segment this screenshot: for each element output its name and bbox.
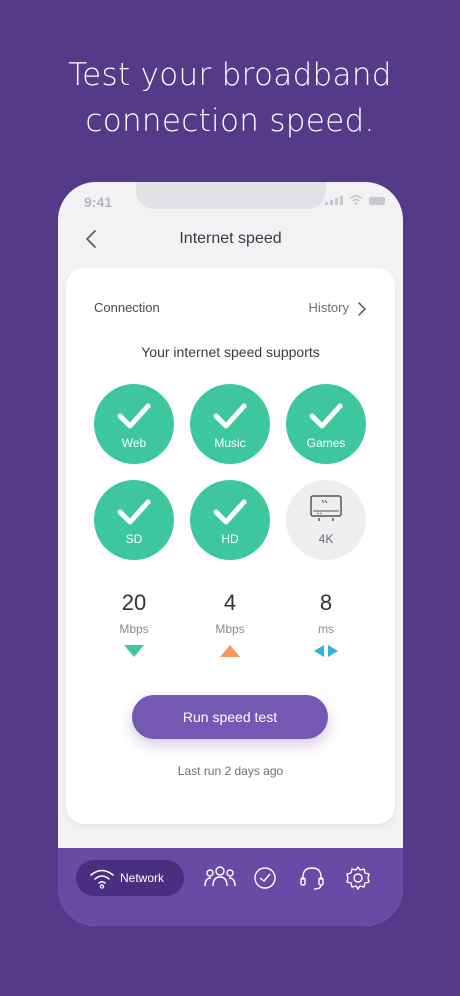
tab-settings[interactable] — [341, 862, 375, 894]
headline-line-1: Test your broadband — [68, 57, 392, 93]
tab-network[interactable]: Network — [76, 860, 184, 896]
capability-grid: Web Music Games SD HD 4K — [94, 384, 367, 560]
capability-sd: SD — [94, 480, 174, 560]
capability-label: SD — [125, 532, 143, 546]
gear-icon — [346, 866, 370, 890]
nav-bar: Internet speed — [58, 222, 403, 256]
check-icon — [117, 499, 151, 525]
tab-people[interactable] — [203, 862, 237, 894]
capability-label: Games — [306, 436, 346, 450]
history-link[interactable]: History — [309, 300, 349, 315]
upload-unit: Mbps — [215, 622, 245, 636]
ping-value: 8 — [319, 590, 333, 615]
connection-label: Connection — [94, 300, 160, 315]
speed-card: Connection History Your internet speed s… — [66, 268, 395, 824]
capability-web: Web — [94, 384, 174, 464]
people-icon — [204, 866, 236, 887]
supports-heading: Your internet speed supports — [141, 344, 320, 360]
check-icon — [213, 403, 247, 429]
upload-arrow-icon — [220, 645, 240, 657]
card-header-row: Connection History — [94, 300, 367, 320]
download-metric: 20 Mbps — [94, 590, 174, 658]
capability-hd: HD — [190, 480, 270, 560]
download-value: 20 — [121, 590, 147, 615]
capability-label: 4K — [318, 532, 334, 546]
wifi-icon — [90, 869, 114, 889]
tv-icon — [310, 495, 342, 521]
capability-4k: 4K — [286, 480, 366, 560]
capability-games: Games — [286, 384, 366, 464]
check-icon — [117, 403, 151, 429]
phone-frame: 9:41 Internet speed Connection History Y… — [58, 182, 403, 926]
wifi-status-icon — [349, 195, 363, 205]
capability-label: HD — [221, 532, 239, 546]
capability-label: Music — [214, 436, 246, 450]
headset-icon — [300, 867, 324, 890]
capability-label: Web — [121, 436, 147, 450]
download-unit: Mbps — [119, 622, 149, 636]
capability-music: Music — [190, 384, 270, 464]
headline: Test your broadband connection speed. — [0, 52, 460, 144]
run-speed-test-button[interactable]: Run speed test — [132, 695, 328, 739]
battery-icon — [369, 197, 385, 205]
ping-metric: 8 ms — [286, 590, 366, 658]
tab-support[interactable] — [295, 862, 329, 894]
upload-metric: 4 Mbps — [190, 590, 270, 658]
check-icon — [309, 403, 343, 429]
tab-clock[interactable] — [248, 862, 282, 894]
signal-icon — [325, 196, 343, 205]
chevron-right-icon[interactable] — [357, 301, 367, 317]
download-arrow-icon — [124, 645, 144, 657]
phone-notch — [136, 182, 326, 209]
speed-metrics: 20 Mbps 4 Mbps 8 ms — [94, 590, 367, 670]
check-icon — [213, 499, 247, 525]
status-icons — [325, 195, 385, 205]
last-run-text: Last run 2 days ago — [177, 764, 284, 778]
headline-line-2: connection speed. — [85, 103, 375, 139]
status-time: 9:41 — [84, 194, 113, 210]
ping-unit: ms — [318, 622, 334, 636]
upload-value: 4 — [223, 590, 237, 615]
ping-arrows-icon — [314, 645, 338, 657]
clock-icon — [254, 867, 276, 889]
page-title: Internet speed — [179, 230, 282, 247]
tab-network-label: Network — [120, 871, 165, 885]
tab-bar: Network — [58, 848, 403, 926]
